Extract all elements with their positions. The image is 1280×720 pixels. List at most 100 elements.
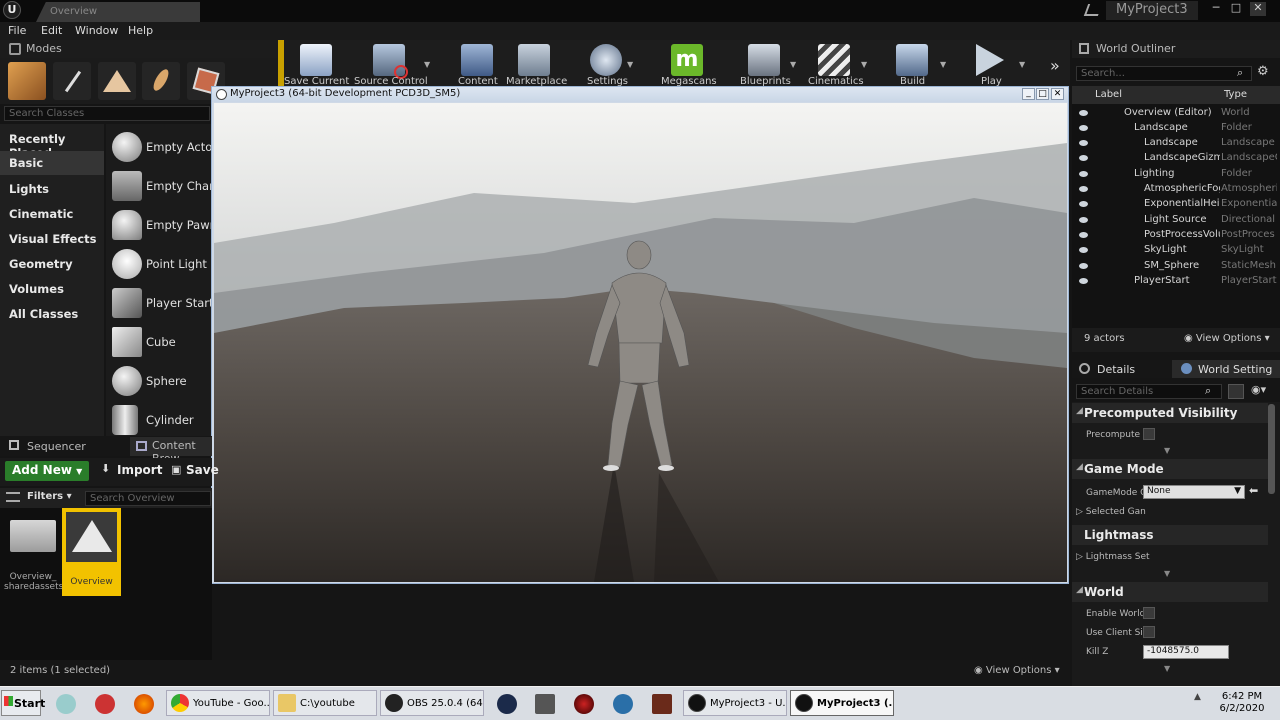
section-world[interactable]: World [1072,582,1268,602]
visibility-eye-icon[interactable] [1079,186,1088,192]
outliner-row[interactable]: Landscape Landscape [1072,136,1280,151]
category-all-classes[interactable]: All Classes [0,302,104,326]
class-point-light[interactable]: Point Light [146,257,212,271]
maximize-icon[interactable]: □ [1228,2,1244,16]
prop-lightmass-settings[interactable]: ▷ Lightmass Set [1076,552,1150,562]
outliner-search-icon[interactable]: ⌕ [1237,66,1243,80]
category-basic[interactable]: Basic [0,151,104,175]
category-lights[interactable]: Lights [0,177,104,201]
taskbar-ue-game[interactable]: MyProject3 (... [790,690,894,716]
details-scrollbar[interactable] [1268,404,1275,494]
class-cylinder[interactable]: Cylinder [146,413,212,427]
precompute-visibility-checkbox[interactable] [1143,428,1155,440]
add-new-button[interactable]: Add New ▼ [5,461,89,481]
modes-tab[interactable]: Modes [0,40,278,58]
save-current-icon[interactable] [300,44,332,76]
advanced-expand-icon[interactable]: ▼ [1164,569,1170,578]
cinematics-dropdown-icon[interactable]: ▼ [861,60,867,69]
steam-icon[interactable] [497,694,517,714]
visibility-eye-icon[interactable] [1079,201,1088,207]
outliner-row[interactable]: PlayerStart PlayerStart [1072,274,1280,289]
taskbar-ue-editor[interactable]: MyProject3 - U... [683,690,787,716]
visibility-eye-icon[interactable] [1079,278,1088,284]
column-type[interactable]: Type [1224,89,1247,100]
menu-window[interactable]: Window [75,24,118,37]
place-mode-icon[interactable] [8,62,46,100]
advanced-expand-icon[interactable]: ▼ [1164,664,1170,673]
source-control-dropdown-icon[interactable]: ▼ [424,60,430,69]
class-cube[interactable]: Cube [146,335,212,349]
visibility-eye-icon[interactable] [1079,263,1088,269]
paint-mode-icon[interactable] [53,62,91,100]
details-view-options-icon[interactable]: ◉▾ [1251,383,1266,396]
content-icon[interactable] [461,44,493,76]
asset-folder-label[interactable]: Overview_ sharedassets [4,572,63,592]
outliner-settings-icon[interactable]: ⚙ [1257,64,1269,79]
firefox-icon[interactable] [134,694,154,714]
category-geometry[interactable]: Geometry [0,252,104,276]
class-empty-character[interactable]: Empty Chara [146,179,212,193]
visibility-eye-icon[interactable] [1079,247,1088,253]
visibility-eye-icon[interactable] [1079,232,1088,238]
taskbar-obs[interactable]: OBS 25.0.4 (64... [380,690,484,716]
property-matrix-icon[interactable] [1228,384,1244,399]
visibility-eye-icon[interactable] [1079,171,1088,177]
class-empty-actor[interactable]: Empty Actor [146,140,212,154]
advanced-expand-icon[interactable]: ▼ [1164,446,1170,455]
app-shortcut-icon[interactable] [56,694,76,714]
category-volumes[interactable]: Volumes [0,277,104,301]
landscape-mode-icon[interactable] [98,62,136,100]
reset-arrow-icon[interactable]: ⬅ [1249,484,1258,497]
details-search-icon[interactable]: ⌕ [1205,384,1211,398]
visibility-eye-icon[interactable] [1079,140,1088,146]
section-lightmass[interactable]: Lightmass [1072,525,1268,545]
gamemode-select[interactable]: None ▼ [1143,485,1245,499]
category-recently-placed[interactable]: Recently Placed [0,127,104,160]
outliner-row[interactable]: ExponentialHeighExponentia [1072,197,1280,212]
tab-details[interactable]: Details [1097,363,1135,376]
clock[interactable]: 6:42 PM 6/2/2020 [1205,690,1279,716]
filters-button[interactable]: Filters ▾ [27,491,72,502]
menu-edit[interactable]: Edit [41,24,62,37]
cinematics-icon[interactable] [818,44,850,76]
outliner-row[interactable]: Lighting Folder [1072,167,1280,182]
search-overview-input[interactable]: Search Overview [85,491,211,506]
blueprints-icon[interactable] [748,44,780,76]
app-shortcut-icon[interactable] [95,694,115,714]
settings-icon[interactable] [590,44,622,76]
play-dropdown-icon[interactable]: ▼ [1019,60,1025,69]
use-client-side-checkbox[interactable] [1143,626,1155,638]
outliner-view-options-button[interactable]: ◉ View Options ▾ [1184,333,1270,344]
settings-dropdown-icon[interactable]: ▼ [627,60,633,69]
tab-sequencer[interactable]: Sequencer [27,440,86,453]
category-cinematic[interactable]: Cinematic [0,202,104,226]
column-label[interactable]: Label [1095,89,1122,100]
visibility-eye-icon[interactable] [1079,155,1088,161]
sources-toggle-icon[interactable] [6,492,20,502]
cb-view-options-button[interactable]: ◉ View Options ▾ [974,665,1060,676]
kill-z-input[interactable]: -1048575.0 [1143,645,1229,659]
build-dropdown-icon[interactable]: ▼ [940,60,946,69]
level-tab[interactable]: Overview [36,2,200,22]
source-control-button-icon[interactable] [373,44,408,79]
section-game-mode[interactable]: Game Mode [1072,459,1268,479]
outliner-row[interactable]: SkyLight SkyLight [1072,243,1280,258]
taskbar-folder[interactable]: C:\youtube [273,690,377,716]
game-close-icon[interactable]: ✕ [1051,88,1064,100]
class-empty-pawn[interactable]: Empty Pawn [146,218,212,232]
search-classes-input[interactable]: Search Classes [4,106,210,121]
close-icon[interactable]: ✕ [1250,2,1266,16]
class-sphere[interactable]: Sphere [146,374,212,388]
game-maximize-icon[interactable]: □ [1036,88,1049,100]
save-all-button[interactable]: Save [186,463,219,477]
details-search-input[interactable]: Search Details [1076,384,1222,399]
play-icon[interactable] [976,44,1004,76]
game-minimize-icon[interactable]: _ [1022,88,1035,100]
app-blue-icon[interactable] [613,694,633,714]
folder-icon[interactable] [10,520,56,552]
outliner-search-input[interactable]: Search... [1076,66,1252,81]
import-button[interactable]: Import [117,463,162,477]
visibility-eye-icon[interactable] [1079,125,1088,131]
marketplace-icon[interactable] [518,44,550,76]
menu-file[interactable]: File [8,24,26,37]
